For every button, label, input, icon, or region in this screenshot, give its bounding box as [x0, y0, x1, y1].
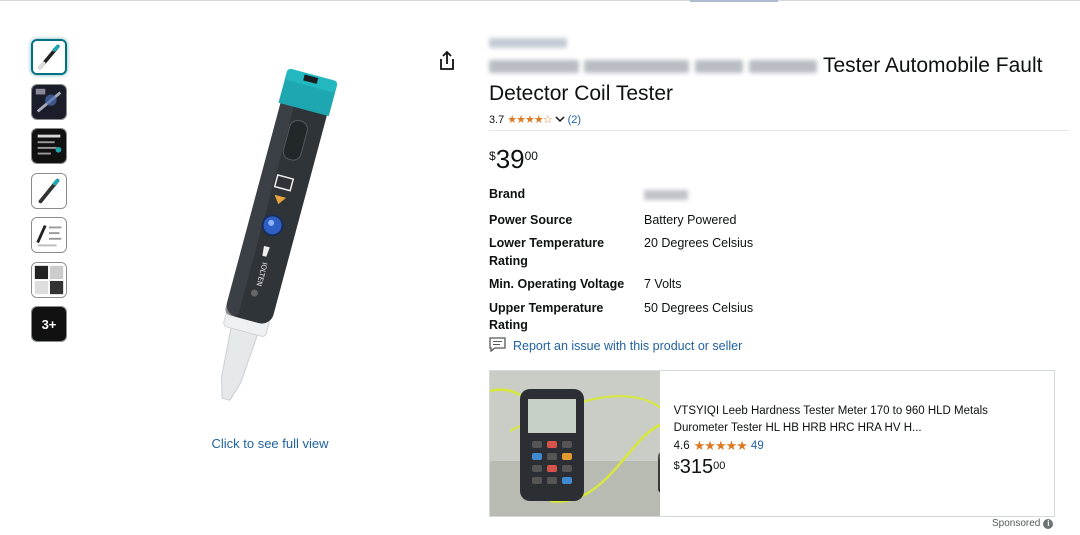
spec-row-lower-temp: Lower Temperature Rating 20 Degrees Cels… — [489, 235, 789, 270]
sponsored-product-details: VTSYIQI Leeb Hardness Tester Meter 170 t… — [660, 371, 1054, 516]
thumbnail-6[interactable] — [31, 261, 67, 298]
spec-value: Battery Powered — [644, 212, 737, 227]
spec-key: Power Source — [489, 212, 573, 227]
top-rule — [0, 0, 1080, 1]
product-title-line2: Detector Coil Tester — [489, 82, 674, 105]
rating-stars[interactable]: ★★★★☆ — [507, 113, 552, 126]
sponsored-product-title[interactable]: VTSYIQI Leeb Hardness Tester Meter 170 t… — [674, 403, 1044, 436]
share-icon[interactable] — [437, 50, 457, 72]
info-icon[interactable]: i — [1043, 518, 1054, 529]
sponsored-rating-count[interactable]: 49 — [751, 438, 764, 455]
spec-key: Lower Temperature Rating — [489, 236, 605, 268]
spec-row-power-source: Power Source Battery Powered — [489, 212, 789, 230]
product-title: Tester Automobile Fault Detector Coil Te… — [489, 36, 1064, 108]
price-whole: 39 — [495, 144, 525, 174]
sponsored-label[interactable]: Sponsored i — [992, 518, 1054, 529]
product-title-visible: Tester Automobile Fault — [823, 54, 1043, 77]
spec-key: Min. Operating Voltage — [489, 277, 625, 291]
sponsored-price-whole: 315 — [679, 455, 714, 478]
thumbnail-more[interactable]: 3+ — [31, 306, 67, 342]
thumbnail-strip: 3+ — [31, 39, 69, 351]
spec-row-min-voltage: Min. Operating Voltage 7 Volts — [489, 276, 789, 294]
product-specs-table: Brand Power Source Battery Powered Lower… — [489, 186, 789, 341]
sponsored-text: Sponsored — [992, 518, 1041, 529]
spec-value: 7 Volts — [644, 277, 682, 291]
rating-summary[interactable]: 3.7 ★★★★☆ (2) — [489, 113, 581, 127]
rating-count-link[interactable]: (2) — [568, 114, 581, 126]
spec-value-redacted — [644, 186, 789, 206]
more-images-label: 3+ — [32, 307, 66, 341]
thumbnail-5[interactable] — [31, 217, 67, 253]
price-fraction: 00 — [524, 149, 538, 163]
spec-value: 50 Degrees Celsius — [644, 300, 754, 315]
sponsored-price: $ 315 00 — [674, 456, 1044, 478]
chevron-down-icon[interactable] — [555, 114, 565, 126]
sponsored-product-image[interactable] — [490, 371, 660, 516]
spec-key: Upper Temperature Rating — [489, 300, 604, 333]
main-product-image[interactable]: IOLTEN — [120, 50, 420, 420]
title-divider — [489, 130, 1069, 131]
full-view-link[interactable]: Click to see full view — [150, 436, 390, 451]
redacted-title-text — [489, 57, 819, 75]
thumbnail-4[interactable] — [31, 172, 67, 209]
sponsored-rating-stars[interactable]: ★★★★★ — [694, 438, 748, 455]
spec-key: Brand — [489, 187, 526, 201]
sponsored-rating-value: 4.6 — [673, 440, 690, 452]
thumbnail-3[interactable] — [31, 128, 67, 164]
sponsored-price-fraction: 00 — [713, 459, 726, 472]
price-symbol: $ — [489, 149, 496, 163]
product-price: $ 39 00 — [489, 145, 538, 173]
top-accent — [690, 0, 778, 2]
spec-value: 20 Degrees Celsius — [644, 236, 754, 250]
sponsored-product-card[interactable]: VTSYIQI Leeb Hardness Tester Meter 170 t… — [489, 370, 1055, 517]
sponsored-rating[interactable]: 4.6 ★★★★★ 49 — [674, 438, 1044, 455]
spec-row-upper-temp: Upper Temperature Rating 50 Degrees Cels… — [489, 300, 789, 335]
thumbnail-1[interactable] — [31, 39, 67, 75]
thumbnail-2[interactable] — [31, 83, 67, 120]
report-issue-icon — [489, 337, 506, 355]
spec-row-brand: Brand — [489, 186, 789, 206]
report-issue-label[interactable]: Report an issue with this product or sel… — [513, 339, 742, 353]
rating-value: 3.7 — [489, 113, 505, 126]
report-issue-link[interactable]: Report an issue with this product or sel… — [489, 337, 742, 355]
